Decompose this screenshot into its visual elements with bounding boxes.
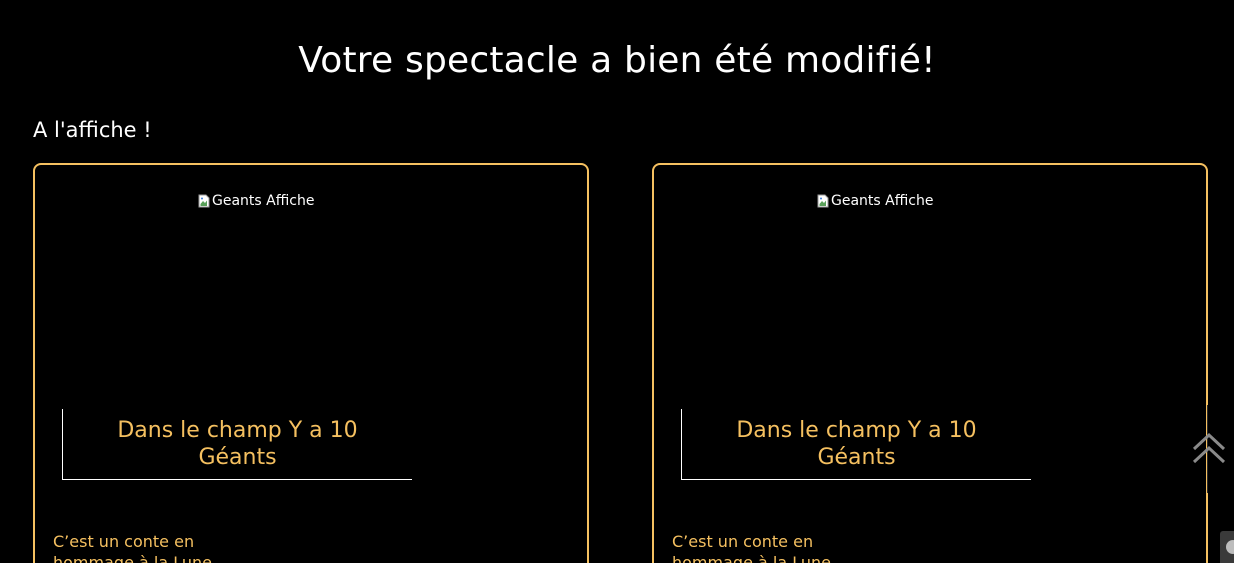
section-heading: A l'affiche ! — [33, 118, 152, 142]
scroll-to-top-button[interactable] — [1190, 405, 1228, 493]
poster-image: Geants Affiche — [198, 193, 314, 209]
card-title-box: Dans le champ Y a 10 Géants — [681, 409, 1031, 480]
show-card[interactable]: Geants Affiche Dans le champ Y a 10 Géan… — [652, 163, 1208, 563]
double-chevron-up-icon — [1192, 432, 1226, 464]
card-title-box: Dans le champ Y a 10 Géants — [62, 409, 412, 480]
card-description: C’est un conte en hommage à la Lune — [53, 532, 212, 563]
show-card[interactable]: Geants Affiche Dans le champ Y a 10 Géan… — [33, 163, 589, 563]
poster-image-alt: Geants Affiche — [831, 193, 934, 209]
card-title[interactable]: Dans le champ Y a 10 Géants — [722, 417, 992, 471]
page-title: Votre spectacle a bien été modifié! — [298, 40, 936, 81]
poster-image-alt: Geants Affiche — [212, 193, 315, 209]
broken-image-icon — [198, 194, 210, 208]
broken-image-icon — [817, 194, 829, 208]
card-description: C’est un conte en hommage à la Lune — [672, 532, 831, 563]
poster-image: Geants Affiche — [817, 193, 933, 209]
card-title[interactable]: Dans le champ Y a 10 Géants — [103, 417, 373, 471]
page: Votre spectacle a bien été modifié! A l'… — [0, 0, 1234, 563]
corner-widget[interactable] — [1220, 531, 1234, 563]
accessibility-icon — [1226, 540, 1234, 554]
